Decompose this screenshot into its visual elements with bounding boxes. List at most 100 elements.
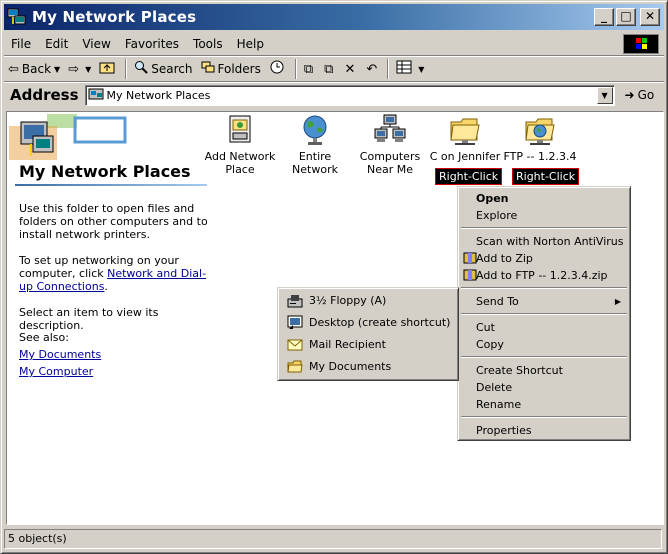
- left-info-pane: My Network Places Use this folder to ope…: [7, 112, 212, 524]
- address-dropdown-button[interactable]: ▼: [596, 86, 613, 104]
- ftp-item[interactable]: FTP -- 1.2.3.4: [500, 114, 580, 163]
- up-folder-button[interactable]: [95, 58, 122, 80]
- menu-copy[interactable]: Copy: [461, 336, 627, 353]
- right-click-annotation: Right-Click: [435, 168, 503, 185]
- toolbar-separator: [387, 59, 390, 79]
- menu-separator: [461, 227, 627, 229]
- explorer-window: My Network Places _ □ ✕ File Edit View F…: [0, 0, 668, 554]
- forward-button[interactable]: ⇨ ▼: [64, 58, 95, 80]
- menu-add-to-zip[interactable]: Add to Zip: [461, 250, 627, 267]
- envelope-icon: [287, 339, 303, 351]
- title-bar[interactable]: My Network Places _ □ ✕: [4, 4, 664, 30]
- menu-bar: File Edit View Favorites Tools Help: [4, 32, 664, 55]
- up-folder-icon: [99, 60, 115, 78]
- chevron-down-icon[interactable]: ▼: [85, 65, 91, 74]
- undo-button[interactable]: ↶: [362, 58, 384, 80]
- folder-description: Use this folder to open files and folder…: [19, 202, 208, 241]
- submenu-arrow-icon: ▶: [614, 297, 621, 306]
- add-network-place-label: Add Network Place: [204, 150, 276, 176]
- menu-delete[interactable]: Delete: [461, 379, 627, 396]
- chevron-down-icon[interactable]: ▼: [418, 65, 424, 74]
- desktop-icon: [287, 315, 303, 329]
- move-to-button[interactable]: ⧉: [300, 58, 320, 80]
- menu-explore[interactable]: Explore: [461, 207, 627, 224]
- history-button[interactable]: [265, 58, 292, 80]
- move-to-icon: ⧉: [303, 61, 314, 77]
- go-button[interactable]: ➜ Go: [625, 88, 655, 102]
- chevron-down-icon[interactable]: ▼: [54, 65, 60, 74]
- entire-network-label: Entire Network: [292, 150, 338, 176]
- menu-view[interactable]: View: [75, 37, 117, 51]
- copy-to-button[interactable]: ⧉: [320, 58, 340, 80]
- menu-scan-norton[interactable]: Scan with Norton AntiVirus: [461, 233, 627, 250]
- menu-add-to-ftp-zip[interactable]: Add to FTP -- 1.2.3.4.zip: [461, 267, 627, 284]
- menu-tools[interactable]: Tools: [186, 37, 230, 51]
- back-label: Back: [21, 62, 52, 76]
- my-computer-link[interactable]: My Computer: [19, 365, 211, 378]
- back-button[interactable]: ⇦ Back ▼: [4, 58, 64, 80]
- status-object-count: 5 object(s): [4, 529, 662, 549]
- menu-open[interactable]: Open: [461, 190, 627, 207]
- address-folder-icon: [88, 87, 104, 104]
- folders-label: Folders: [217, 62, 261, 76]
- search-icon: [134, 60, 148, 78]
- network-places-icon: [7, 8, 27, 26]
- address-bar: Address My Network Places ▼ ➜ Go: [4, 82, 664, 108]
- menu-send-to-label: Send To: [476, 295, 519, 308]
- search-button[interactable]: Search: [130, 58, 196, 80]
- menu-help[interactable]: Help: [230, 37, 271, 51]
- folders-button[interactable]: Folders: [197, 58, 265, 80]
- send-to-desktop[interactable]: Desktop (create shortcut): [281, 312, 455, 334]
- delete-icon: ✕: [344, 61, 356, 77]
- menu-properties[interactable]: Properties: [461, 422, 627, 439]
- add-network-place-item[interactable]: Add Network Place: [200, 114, 280, 176]
- address-input[interactable]: My Network Places ▼: [84, 84, 615, 106]
- see-also-label: See also:: [19, 331, 69, 344]
- network-folder-icon: [450, 118, 480, 145]
- my-documents-link[interactable]: My Documents: [19, 348, 211, 361]
- toolbar-separator: [294, 59, 297, 79]
- send-to-floppy[interactable]: 3½ Floppy (A): [281, 290, 455, 312]
- send-to-my-documents[interactable]: My Documents: [281, 356, 455, 378]
- menu-cut[interactable]: Cut: [461, 319, 627, 336]
- menu-send-to[interactable]: Send To ▶: [461, 293, 627, 310]
- maximize-button[interactable]: □: [616, 8, 636, 26]
- views-button[interactable]: ▼: [392, 58, 428, 80]
- menu-separator: [461, 287, 627, 289]
- send-to-mail-recipient[interactable]: Mail Recipient: [281, 334, 455, 356]
- send-to-submenu: 3½ Floppy (A) Desktop (create shortcut) …: [277, 287, 459, 381]
- right-click-annotation: Right-Click: [512, 168, 580, 185]
- floppy-drive-icon: [287, 295, 303, 308]
- back-arrow-icon: ⇦: [8, 61, 19, 77]
- send-to-desktop-label: Desktop (create shortcut): [309, 316, 451, 329]
- title-underline: [15, 184, 207, 186]
- forward-arrow-icon: ⇨: [68, 61, 80, 77]
- go-label: Go: [637, 88, 655, 102]
- menu-separator: [461, 416, 627, 418]
- menu-add-to-zip-label: Add to Zip: [476, 252, 533, 265]
- entire-network-item[interactable]: Entire Network: [275, 114, 355, 176]
- menu-favorites[interactable]: Favorites: [118, 37, 186, 51]
- folders-icon: [201, 60, 215, 78]
- status-bar: 5 object(s): [4, 528, 664, 550]
- menu-rename[interactable]: Rename: [461, 396, 627, 413]
- menu-create-shortcut[interactable]: Create Shortcut: [461, 362, 627, 379]
- menu-file[interactable]: File: [4, 37, 38, 51]
- toolbar-separator: [125, 59, 128, 79]
- go-arrow-icon: ➜: [624, 88, 635, 102]
- menu-edit[interactable]: Edit: [38, 37, 75, 51]
- c-on-jennifer-item[interactable]: C on Jennifer: [425, 114, 505, 163]
- network-banner-image: [7, 112, 212, 162]
- computers-near-me-label: Computers Near Me: [359, 150, 421, 176]
- computers-near-me-item[interactable]: Computers Near Me: [350, 114, 430, 176]
- my-documents-folder-icon: [287, 360, 303, 373]
- minimize-button[interactable]: _: [594, 8, 614, 26]
- address-label: Address: [10, 86, 79, 104]
- delete-button[interactable]: ✕: [340, 58, 362, 80]
- winzip-icon: [463, 252, 477, 264]
- search-label: Search: [151, 62, 193, 76]
- networking-hint: To set up networking on your computer, c…: [19, 254, 211, 293]
- close-button[interactable]: ✕: [640, 8, 660, 26]
- select-hint: Select an item to view its description.: [19, 306, 159, 332]
- chevron-down-icon: ▼: [601, 90, 608, 100]
